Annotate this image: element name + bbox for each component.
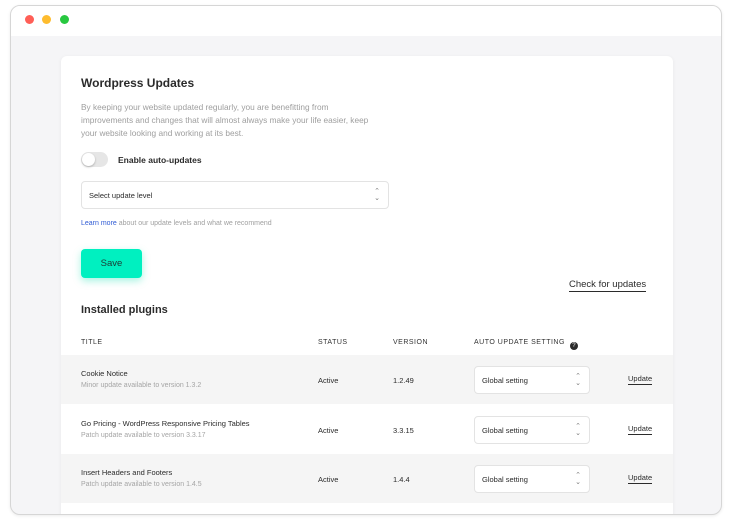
help-icon[interactable]: ? — [569, 342, 578, 350]
table-row: Cookie Notice Minor update available to … — [61, 355, 673, 404]
plugin-version: 3.3.15 — [393, 426, 414, 435]
column-status: STATUS — [318, 339, 348, 346]
plugins-table-header: TITLE STATUS VERSION AUTO UPDATE SETTING… — [61, 336, 673, 352]
minimize-window-button[interactable] — [42, 15, 51, 24]
installed-plugins-title: Installed plugins — [81, 304, 168, 316]
close-window-button[interactable] — [25, 15, 34, 24]
maximize-window-button[interactable] — [60, 15, 69, 24]
chevron-up-down-icon: ⌃ ⌄ — [575, 472, 581, 486]
update-plugin-link[interactable]: Update — [628, 473, 653, 484]
window-titlebar — [11, 6, 721, 36]
table-row: Go Pricing - WordPress Responsive Pricin… — [61, 405, 673, 454]
auto-updates-row: Enable auto-updates — [81, 152, 202, 167]
browser-window: Wordpress Updates By keeping your websit… — [10, 5, 722, 515]
plugin-update-info: Minor update available to version 1.3.2 — [81, 382, 202, 389]
auto-updates-toggle[interactable] — [81, 152, 108, 167]
page-title: Wordpress Updates — [81, 76, 195, 90]
auto-updates-label: Enable auto-updates — [118, 154, 202, 165]
chevron-up-down-icon: ⌃ ⌄ — [374, 188, 380, 202]
update-level-value: Select update level — [89, 190, 153, 200]
updates-card: Wordpress Updates By keeping your websit… — [61, 56, 673, 514]
auto-update-setting-select[interactable]: Global setting ⌃ ⌄ — [474, 465, 590, 493]
plugin-update-info: Patch update available to version 1.4.5 — [81, 481, 202, 488]
plugin-version: 1.4.4 — [393, 475, 410, 484]
plugin-title: Cookie Notice — [81, 369, 128, 378]
update-plugin-link[interactable]: Update — [628, 424, 653, 435]
auto-update-setting-select[interactable]: Global setting ⌃ ⌄ — [474, 416, 590, 444]
auto-update-setting-value: Global setting — [482, 474, 528, 484]
plugin-status: Active — [318, 426, 339, 435]
auto-update-setting-value: Global setting — [482, 425, 528, 435]
chevron-up-down-icon: ⌃ ⌄ — [575, 373, 581, 387]
chevron-up-down-icon: ⌃ ⌄ — [575, 423, 581, 437]
updates-description: By keeping your website updated regularl… — [81, 102, 369, 138]
plugin-title: Insert Headers and Footers — [81, 468, 173, 477]
update-level-select[interactable]: Select update level ⌃ ⌄ — [81, 181, 389, 209]
update-plugin-link[interactable]: Update — [628, 374, 653, 385]
auto-update-setting-select[interactable]: Global setting ⌃ ⌄ — [474, 366, 590, 394]
column-version: VERSION — [393, 339, 429, 346]
learn-more-link[interactable]: Learn more — [81, 220, 117, 227]
column-auto-update: AUTO UPDATE SETTING? — [474, 339, 578, 350]
plugin-status: Active — [318, 376, 339, 385]
plugin-version: 1.2.49 — [393, 376, 414, 385]
plugin-update-info: Patch update available to version 3.3.17 — [81, 432, 206, 439]
column-title: TITLE — [81, 339, 103, 346]
learn-more-rest: about our update levels and what we reco… — [116, 220, 272, 227]
plugin-title: Go Pricing - WordPress Responsive Pricin… — [81, 419, 250, 428]
auto-update-setting-value: Global setting — [482, 375, 528, 385]
table-row: Insert Headers and Footers Patch update … — [61, 454, 673, 503]
check-for-updates-link[interactable]: Check for updates — [569, 279, 647, 292]
save-button[interactable]: Save — [81, 249, 142, 278]
toggle-knob — [82, 153, 95, 166]
plugin-status: Active — [318, 475, 339, 484]
learn-more-text: Learn more about our update levels and w… — [81, 220, 272, 227]
column-auto-update-label: AUTO UPDATE SETTING — [474, 339, 565, 346]
